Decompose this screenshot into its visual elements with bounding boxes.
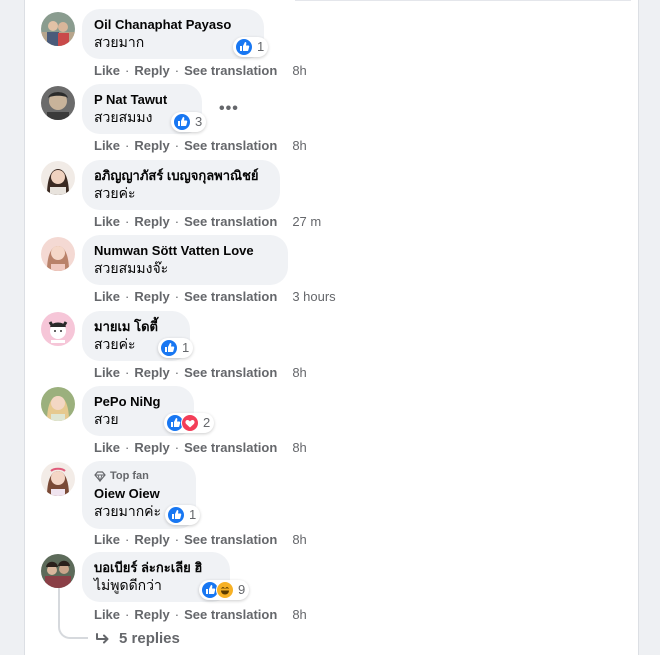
avatar[interactable] bbox=[41, 86, 75, 120]
avatar[interactable] bbox=[41, 237, 75, 271]
see-translation-link[interactable]: See translation bbox=[184, 214, 277, 230]
see-translation-link[interactable]: See translation bbox=[184, 607, 277, 623]
like-reaction-icon bbox=[167, 506, 185, 524]
reaction-count: 1 bbox=[257, 39, 265, 54]
reaction-count: 9 bbox=[238, 582, 246, 597]
reaction-summary[interactable]: 1 bbox=[233, 37, 269, 57]
comment-actions: Like · Reply · See translation 8h bbox=[94, 138, 307, 154]
reaction-summary[interactable]: 1 bbox=[158, 338, 194, 358]
timestamp[interactable]: 8h bbox=[292, 607, 306, 623]
like-reaction-icon bbox=[173, 113, 191, 131]
comment-bubble: อภิญญาภัสร์ เบญจกุลพาณิชย์ สวยค่ะ bbox=[82, 160, 280, 210]
commenter-name[interactable]: Oiew Oiew bbox=[94, 486, 184, 502]
see-translation-link[interactable]: See translation bbox=[184, 289, 277, 305]
reaction-count: 3 bbox=[195, 114, 203, 129]
avatar[interactable] bbox=[41, 161, 75, 195]
see-translation-link[interactable]: See translation bbox=[184, 63, 277, 79]
timestamp[interactable]: 8h bbox=[292, 440, 306, 456]
avatar[interactable] bbox=[41, 554, 75, 588]
timestamp[interactable]: 8h bbox=[292, 138, 306, 154]
comment-actions: Like · Reply · See translation 8h bbox=[94, 607, 307, 623]
reaction-summary[interactable]: 2 bbox=[164, 413, 215, 433]
comment-text: สวยมาก bbox=[94, 34, 145, 50]
reply-link[interactable]: Reply bbox=[134, 440, 169, 456]
see-translation-link[interactable]: See translation bbox=[184, 440, 277, 456]
reaction-summary[interactable]: 9 bbox=[199, 580, 250, 600]
timestamp[interactable]: 8h bbox=[292, 365, 306, 381]
diamond-icon bbox=[94, 470, 106, 482]
commenter-name[interactable]: มายเม โดตี้ bbox=[94, 319, 178, 335]
comment-text: สวยสมมงจ๊ะ bbox=[94, 260, 169, 276]
commenter-name[interactable]: PePo NiNg bbox=[94, 394, 182, 410]
reaction-summary[interactable]: 3 bbox=[171, 112, 207, 132]
comment-actions: Like · Reply · See translation 8h bbox=[94, 532, 307, 548]
comments-panel: Oil Chanaphat Payaso สวยมาก 1 Like · Rep… bbox=[24, 0, 639, 655]
timestamp[interactable]: 27 m bbox=[292, 214, 321, 230]
reply-link[interactable]: Reply bbox=[134, 365, 169, 381]
comment-text: สวยค่ะ bbox=[94, 185, 136, 201]
timestamp[interactable]: 3 hours bbox=[292, 289, 335, 305]
avatar[interactable] bbox=[41, 387, 75, 421]
like-reaction-icon bbox=[235, 38, 253, 56]
reply-link[interactable]: Reply bbox=[134, 63, 169, 79]
avatar[interactable] bbox=[41, 312, 75, 346]
divider bbox=[295, 0, 631, 1]
commenter-name[interactable]: บอเบียร์ ล่ะกะเลีย ฮิ bbox=[94, 560, 218, 576]
commenter-name[interactable]: Oil Chanaphat Payaso bbox=[94, 17, 252, 33]
reply-link[interactable]: Reply bbox=[134, 532, 169, 548]
avatar[interactable] bbox=[41, 12, 75, 46]
reply-link[interactable]: Reply bbox=[134, 607, 169, 623]
view-replies-link[interactable]: 5 replies bbox=[95, 630, 180, 647]
top-fan-label: Top fan bbox=[110, 470, 149, 482]
like-link[interactable]: Like bbox=[94, 289, 120, 305]
timestamp[interactable]: 8h bbox=[292, 532, 306, 548]
more-options-icon[interactable]: ••• bbox=[219, 100, 239, 118]
love-reaction-icon bbox=[181, 414, 199, 432]
see-translation-link[interactable]: See translation bbox=[184, 532, 277, 548]
see-translation-link[interactable]: See translation bbox=[184, 138, 277, 154]
comment-actions: Like · Reply · See translation 8h bbox=[94, 440, 307, 456]
avatar[interactable] bbox=[41, 462, 75, 496]
replies-count: 5 replies bbox=[119, 630, 180, 647]
like-link[interactable]: Like bbox=[94, 365, 120, 381]
reply-link[interactable]: Reply bbox=[134, 138, 169, 154]
like-link[interactable]: Like bbox=[94, 440, 120, 456]
like-link[interactable]: Like bbox=[94, 214, 120, 230]
timestamp[interactable]: 8h bbox=[292, 63, 306, 79]
reaction-count: 2 bbox=[203, 415, 211, 430]
like-link[interactable]: Like bbox=[94, 138, 120, 154]
reply-link[interactable]: Reply bbox=[134, 289, 169, 305]
reaction-count: 1 bbox=[182, 340, 190, 355]
commenter-name[interactable]: P Nat Tawut bbox=[94, 92, 190, 108]
like-link[interactable]: Like bbox=[94, 63, 120, 79]
reaction-summary[interactable]: 1 bbox=[165, 505, 201, 525]
comment-bubble: Numwan Sött Vatten Love สวยสมมงจ๊ะ bbox=[82, 235, 288, 285]
reply-link[interactable]: Reply bbox=[134, 214, 169, 230]
see-translation-link[interactable]: See translation bbox=[184, 365, 277, 381]
haha-reaction-icon bbox=[216, 581, 234, 599]
like-link[interactable]: Like bbox=[94, 607, 120, 623]
like-reaction-icon bbox=[160, 339, 178, 357]
like-link[interactable]: Like bbox=[94, 532, 120, 548]
comment-actions: Like · Reply · See translation 8h bbox=[94, 365, 307, 381]
reaction-count: 1 bbox=[189, 507, 197, 522]
commenter-name[interactable]: Numwan Sött Vatten Love bbox=[94, 243, 276, 259]
commenter-name[interactable]: อภิญญาภัสร์ เบญจกุลพาณิชย์ bbox=[94, 168, 268, 184]
reply-arrow-icon bbox=[96, 632, 109, 643]
comment-actions: Like · Reply · See translation 3 hours bbox=[94, 289, 336, 305]
comment-actions: Like · Reply · See translation 8h bbox=[94, 63, 307, 79]
top-fan-badge[interactable]: Top fan bbox=[94, 469, 184, 483]
comment-actions: Like · Reply · See translation 27 m bbox=[94, 214, 322, 230]
